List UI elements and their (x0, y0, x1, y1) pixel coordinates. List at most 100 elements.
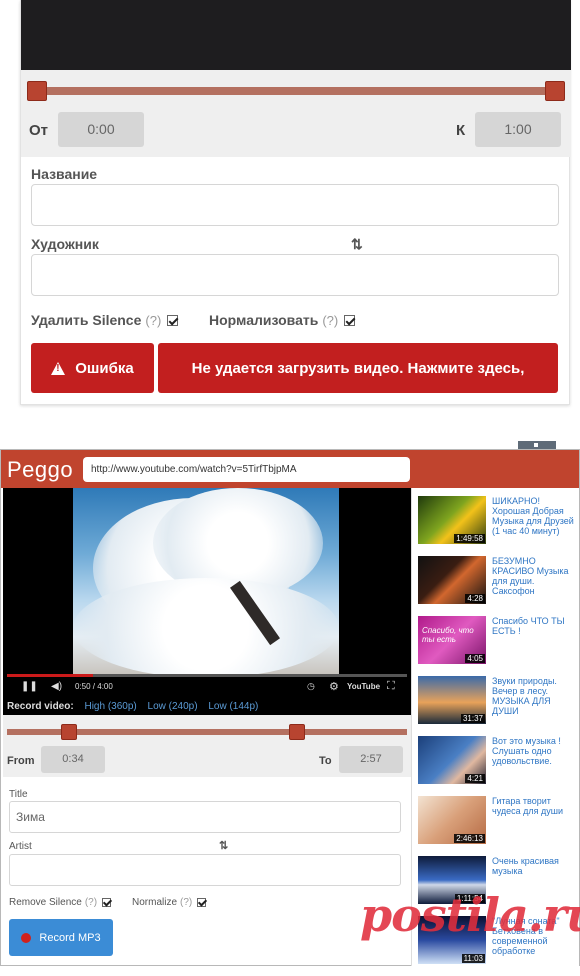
normalize-option[interactable]: Нормализовать (?) (209, 312, 356, 328)
volume-icon[interactable]: ◀) (51, 681, 62, 692)
video-thumbnail[interactable]: 4:28 (418, 556, 486, 604)
normalize-checkbox[interactable] (344, 314, 356, 326)
related-video-item[interactable]: 2:46:13 Гитара творит чудеса для души (418, 796, 578, 856)
video-duration: 1:49:58 (454, 534, 485, 543)
peggo-trim-panel: From 0:34 To 2:57 (3, 715, 411, 777)
error-label: Ошибка (75, 359, 134, 377)
video-duration: 2:46:13 (454, 834, 485, 843)
related-video-item[interactable]: 1:49:58 ШИКАРНО! Хорошая Добрая Музыка д… (418, 496, 578, 556)
playback-progress-fill (7, 674, 93, 677)
peggo-help-hint[interactable]: (?) (180, 897, 192, 908)
related-video-item[interactable]: 4:28 БЕЗУМНО КРАСИВО Музыка для души. Са… (418, 556, 578, 616)
peggo-normalize-option[interactable]: Normalize (?) (132, 897, 207, 908)
trim-start-handle[interactable] (27, 81, 47, 101)
remove-silence-checkbox[interactable] (167, 314, 179, 326)
peggo-to-time[interactable]: 2:57 (339, 746, 403, 773)
quality-high-360[interactable]: High (360p) (84, 701, 136, 712)
peggo-trim-end-handle[interactable] (289, 724, 305, 740)
related-video-item[interactable]: Спасибо, что ты есть 4:05 Спасибо ЧТО ТЫ… (418, 616, 578, 676)
peggo-from-label: From (7, 755, 35, 767)
to-label: К (456, 122, 466, 139)
player-controls: ❚❚ ◀) 0:50 / 4:00 ◷ ⚙ YouTube ⛶ (3, 679, 411, 695)
peggo-swap-icon[interactable]: ⇅ (219, 839, 228, 852)
record-video-row: Record video: High (360p) Low (240p) Low… (7, 701, 258, 712)
video-duration: 4:28 (465, 594, 485, 603)
error-button[interactable]: Ошибка (31, 343, 154, 393)
trim-end-handle[interactable] (545, 81, 565, 101)
clock-icon[interactable]: ◷ (307, 681, 315, 692)
trim-panel: От 0:00 К 1:00 (21, 70, 571, 157)
peggo-to-label: To (319, 755, 332, 767)
video-duration: 31:37 (460, 714, 485, 723)
peggo-artist-label: Artist (9, 841, 32, 852)
video-duration: 11:03 (461, 954, 485, 963)
swap-icon[interactable]: ⇅ (351, 236, 363, 253)
help-hint[interactable]: (?) (145, 313, 161, 328)
pause-icon[interactable]: ❚❚ (21, 681, 38, 692)
record-mp3-label: Record MP3 (39, 931, 101, 944)
from-label: От (29, 122, 49, 139)
video-player[interactable]: ❚❚ ◀) 0:50 / 4:00 ◷ ⚙ YouTube ⛶ Record v… (3, 488, 411, 715)
trim-slider-track[interactable] (37, 87, 555, 95)
video-frame-image (73, 488, 339, 674)
artist-label: Художник (31, 236, 99, 252)
playback-progress-bar[interactable] (7, 674, 407, 677)
peggo-help-hint[interactable]: (?) (85, 897, 97, 908)
peggo-normalize-checkbox[interactable] (197, 898, 207, 907)
video-thumbnail[interactable]: 1:49:58 (418, 496, 486, 544)
error-message-button[interactable]: Не удается загрузить видео. Нажмите здес… (158, 343, 558, 393)
peggo-remove-silence-checkbox[interactable] (102, 898, 112, 907)
video-title-link[interactable]: ШИКАРНО! Хорошая Добрая Музыка для Друзе… (492, 496, 578, 536)
remove-silence-option[interactable]: Удалить Silence (?) (31, 312, 179, 328)
peggo-artist-input[interactable] (9, 854, 401, 886)
thumbnail-caption: Спасибо, что ты есть (422, 626, 474, 644)
youtube-logo[interactable]: YouTube (347, 682, 380, 691)
title-input[interactable] (31, 184, 559, 226)
video-title-link[interactable]: БЕЗУМНО КРАСИВО Музыка для души. Саксофо… (492, 556, 578, 596)
error-message: Не удается загрузить видео. Нажмите здес… (191, 359, 525, 377)
video-title-link[interactable]: Очень красивая музыка (492, 856, 578, 876)
warning-icon (51, 361, 66, 375)
peggo-from-time[interactable]: 0:34 (41, 746, 105, 773)
title-label: Название (31, 166, 98, 182)
video-duration: 4:21 (465, 774, 485, 783)
remove-silence-label: Удалить Silence (31, 312, 142, 328)
settings-gear-icon[interactable]: ⚙ (329, 680, 339, 693)
video-title-link[interactable]: Гитара творит чудеса для души (492, 796, 578, 816)
peggo-remove-silence-option[interactable]: Remove Silence (?) (9, 897, 112, 908)
time-display: 0:50 / 4:00 (75, 682, 113, 691)
peggo-title-label: Title (9, 789, 28, 800)
video-thumbnail[interactable]: 2:46:13 (418, 796, 486, 844)
related-video-item[interactable]: 4:21 Вот это музыка ! Слушать одно удово… (418, 736, 578, 796)
postila-watermark: postila.ru (360, 888, 580, 942)
from-time-field[interactable]: 0:00 (58, 112, 144, 147)
quality-low-144[interactable]: Low (144p) (208, 701, 258, 712)
peggo-trim-start-handle[interactable] (61, 724, 77, 740)
peggo-remove-silence-label: Remove Silence (9, 897, 82, 908)
record-mp3-button[interactable]: Record MP3 (9, 919, 113, 956)
record-video-label: Record video: (7, 701, 74, 712)
video-title-link[interactable]: Спасибо ЧТО ТЫ ЕСТЬ ! (492, 616, 578, 636)
video-area (21, 0, 571, 70)
peggo-header: Peggo http://www.youtube.com/watch?v=5Ti… (1, 450, 579, 488)
peggo-normalize-label: Normalize (132, 897, 178, 908)
artist-input[interactable] (31, 254, 559, 296)
video-thumbnail[interactable]: 4:21 (418, 736, 486, 784)
url-input[interactable]: http://www.youtube.com/watch?v=5TirfTbjp… (83, 457, 410, 482)
video-title-link[interactable]: Звуки природы. Вечер в лесу. МУЗЫКА ДЛЯ … (492, 676, 578, 716)
peggo-title-input[interactable]: Зима (9, 801, 401, 833)
help-hint[interactable]: (?) (322, 313, 338, 328)
video-thumbnail[interactable]: 31:37 (418, 676, 486, 724)
video-thumbnail[interactable]: Спасибо, что ты есть 4:05 (418, 616, 486, 664)
quality-low-240[interactable]: Low (240p) (148, 701, 198, 712)
peggo-logo[interactable]: Peggo (7, 457, 73, 483)
video-title-link[interactable]: Вот это музыка ! Слушать одно удовольств… (492, 736, 578, 766)
video-duration: 4:05 (465, 654, 485, 663)
normalize-label: Нормализовать (209, 312, 319, 328)
corner-badge-icon (518, 441, 556, 449)
top-recorder-panel: От 0:00 К 1:00 Название Художник ⇅ Удали… (20, 0, 571, 405)
related-video-item[interactable]: 31:37 Звуки природы. Вечер в лесу. МУЗЫК… (418, 676, 578, 736)
record-dot-icon (21, 932, 32, 943)
fullscreen-icon[interactable]: ⛶ (387, 680, 395, 693)
to-time-field[interactable]: 1:00 (475, 112, 561, 147)
